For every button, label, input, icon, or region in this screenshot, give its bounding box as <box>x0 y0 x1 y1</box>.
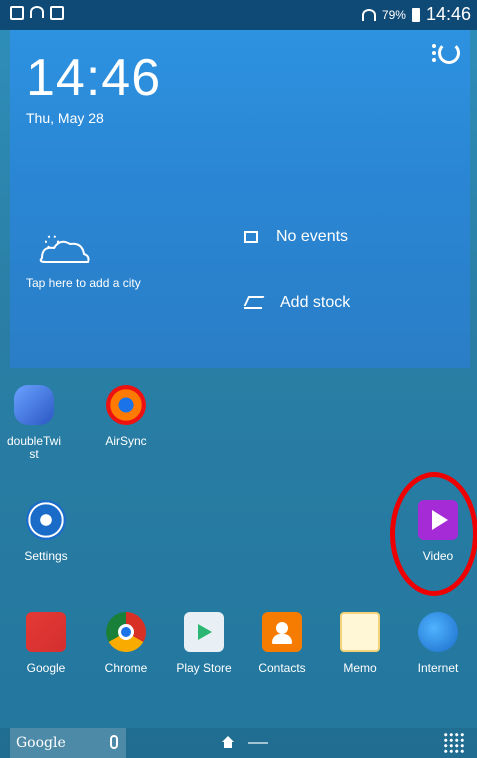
dock-memo[interactable]: Memo <box>320 612 400 675</box>
mic-icon[interactable] <box>110 735 118 749</box>
internet-globe-icon <box>418 612 458 652</box>
dock-label: Contacts <box>258 661 306 675</box>
status-left <box>10 6 64 20</box>
widget-date: Thu, May 28 <box>26 110 104 126</box>
dock-label: Play Store <box>176 661 232 675</box>
status-right: 79% 14:46 <box>361 4 471 25</box>
chrome-icon <box>106 612 146 652</box>
calendar-icon <box>244 231 258 243</box>
clock-weather-widget[interactable]: 14:46 Thu, May 28 Tap here to add a city… <box>10 30 470 368</box>
events-row[interactable]: No events <box>244 228 348 246</box>
google-search-bar[interactable]: Google <box>10 728 126 758</box>
contacts-icon <box>262 612 302 652</box>
dock: Google Chrome Play Store Contacts Memo I… <box>0 612 477 676</box>
wifi-icon <box>30 6 44 18</box>
dock-label: Chrome <box>104 661 148 675</box>
airsync-icon <box>106 385 146 425</box>
dock-label: Internet <box>417 661 459 675</box>
events-text: No events <box>276 228 349 245</box>
notification-icon <box>50 6 64 20</box>
apps-grid-icon[interactable] <box>443 732 465 754</box>
dock-chrome[interactable]: Chrome <box>86 612 166 675</box>
battery-icon <box>411 7 420 22</box>
stock-text: Add stock <box>280 294 351 311</box>
dock-contacts[interactable]: Contacts <box>242 612 322 675</box>
battery-percent: 79% <box>381 7 406 22</box>
google-search-label: Google <box>16 735 66 751</box>
app-label: doubleTwi st <box>6 434 62 461</box>
refresh-icon[interactable] <box>438 42 460 64</box>
page-indicator <box>248 742 268 744</box>
home-icon[interactable] <box>220 736 236 748</box>
doubletwist-icon <box>14 385 54 425</box>
screenshot-icon <box>10 6 24 20</box>
dock-google[interactable]: Google <box>6 612 86 675</box>
dock-playstore[interactable]: Play Store <box>164 612 244 675</box>
app-label: Settings <box>24 549 68 563</box>
app-label: AirSync <box>105 434 147 448</box>
settings-gear-icon <box>26 500 66 540</box>
highlight-circle <box>390 472 477 596</box>
app-airsync[interactable]: AirSync <box>86 385 166 448</box>
memo-icon <box>340 612 380 652</box>
weather-hint[interactable]: Tap here to add a city <box>26 276 141 290</box>
dock-label: Google <box>26 661 66 675</box>
stock-chart-icon <box>244 297 262 309</box>
app-settings[interactable]: Settings <box>6 500 86 563</box>
wifi-signal-icon <box>361 8 376 21</box>
dock-internet[interactable]: Internet <box>398 612 477 675</box>
widget-clock: 14:46 <box>26 49 162 107</box>
gmail-icon <box>26 612 66 652</box>
weather-cloud-icon[interactable] <box>32 228 92 266</box>
app-doubletwist[interactable]: doubleTwi st <box>0 385 74 461</box>
status-bar: 79% 14:46 <box>0 0 477 30</box>
dock-label: Memo <box>343 661 377 675</box>
playstore-icon <box>184 612 224 652</box>
more-options-icon[interactable] <box>432 44 436 62</box>
status-time: 14:46 <box>425 4 471 24</box>
bottom-bar: Google <box>0 728 477 758</box>
stock-row[interactable]: Add stock <box>244 294 350 312</box>
